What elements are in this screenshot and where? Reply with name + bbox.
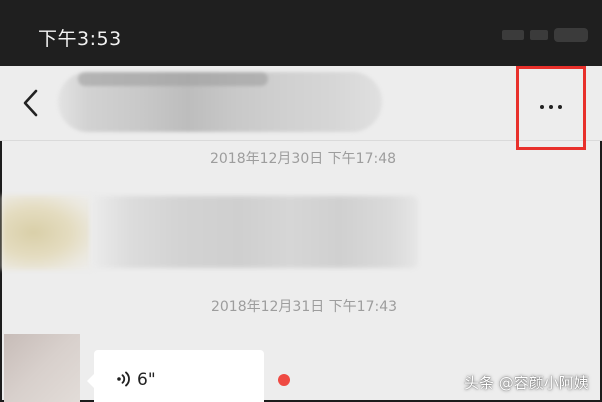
voice-duration: 6" xyxy=(137,370,156,390)
bubble-tail xyxy=(87,374,94,388)
chat-header xyxy=(0,66,602,150)
chevron-left-icon xyxy=(23,89,38,117)
status-icons xyxy=(478,26,588,44)
wifi-icon xyxy=(530,30,548,40)
status-bar: 下午3:53 xyxy=(0,0,602,66)
signal-icon xyxy=(502,30,524,40)
message-timestamp: 2018年12月30日 下午17:48 xyxy=(209,151,397,167)
battery-icon xyxy=(554,28,588,42)
watermark: 头条 @容颜小阿姨 xyxy=(464,374,589,392)
contact-name-blurred xyxy=(58,72,382,132)
unread-indicator xyxy=(278,374,290,386)
message-bubble-blurred[interactable] xyxy=(90,196,418,268)
avatar[interactable] xyxy=(2,195,92,270)
message-timestamp: 2018年12月31日 下午17:43 xyxy=(210,299,398,315)
voice-message-bubble[interactable]: 6" xyxy=(87,350,264,402)
more-options-button[interactable] xyxy=(516,66,586,150)
back-button[interactable] xyxy=(18,86,48,120)
more-horizontal-icon xyxy=(540,105,562,109)
voice-wave-icon xyxy=(117,371,130,387)
avatar[interactable] xyxy=(4,334,80,402)
status-time: 下午3:53 xyxy=(38,28,122,50)
